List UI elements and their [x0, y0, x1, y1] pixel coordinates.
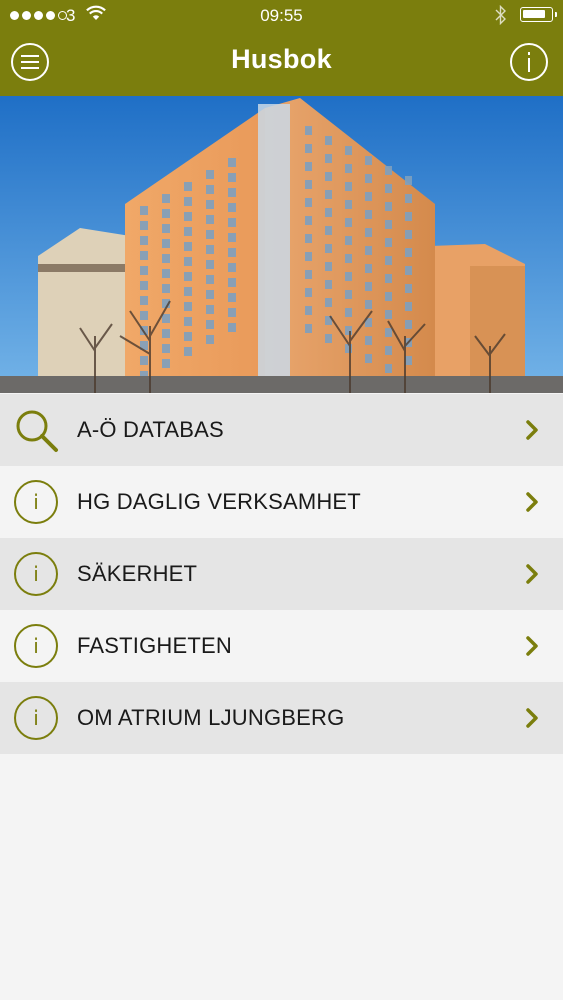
- menu-item-label: FASTIGHETEN: [77, 633, 232, 658]
- menu-item-om-atrium-ljungberg[interactable]: i OM ATRIUM LJUNGBERG: [0, 682, 563, 754]
- search-icon: [14, 408, 58, 452]
- menu-item-sakerhet[interactable]: i SÄKERHET: [0, 538, 563, 610]
- app-header: 3 09:55 Husbok: [0, 0, 563, 96]
- battery-icon: [520, 7, 557, 22]
- chevron-right-icon: [526, 708, 538, 728]
- info-icon: i: [14, 552, 58, 596]
- info-icon: i: [14, 624, 58, 668]
- menu-item-label: A-Ö DATABAS: [77, 417, 224, 442]
- menu-item-label: OM ATRIUM LJUNGBERG: [77, 705, 345, 730]
- clock: 09:55: [260, 6, 303, 25]
- info-icon: i: [14, 696, 58, 740]
- menu-item-a-o-databas[interactable]: A-Ö DATABAS: [0, 394, 563, 466]
- info-icon: i: [14, 480, 58, 524]
- menu-item-label: HG DAGLIG VERKSAMHET: [77, 489, 361, 514]
- menu-item-hg-daglig-verksamhet[interactable]: i HG DAGLIG VERKSAMHET: [0, 466, 563, 538]
- menu-list: A-Ö DATABAS i HG DAGLIG VERKSAMHET i SÄK…: [0, 394, 563, 754]
- building-photo: [0, 96, 563, 393]
- chevron-right-icon: [526, 564, 538, 584]
- chevron-right-icon: [526, 636, 538, 656]
- chevron-right-icon: [526, 492, 538, 512]
- building-illustration: [0, 96, 563, 393]
- bluetooth-icon: [495, 5, 506, 25]
- page-title: Husbok: [231, 44, 332, 74]
- menu-item-fastigheten[interactable]: i FASTIGHETEN: [0, 610, 563, 682]
- info-button[interactable]: [510, 43, 548, 81]
- status-bar: 3 09:55: [0, 0, 563, 32]
- menu-item-label: SÄKERHET: [77, 561, 198, 586]
- chevron-right-icon: [526, 420, 538, 440]
- info-icon: [528, 52, 530, 72]
